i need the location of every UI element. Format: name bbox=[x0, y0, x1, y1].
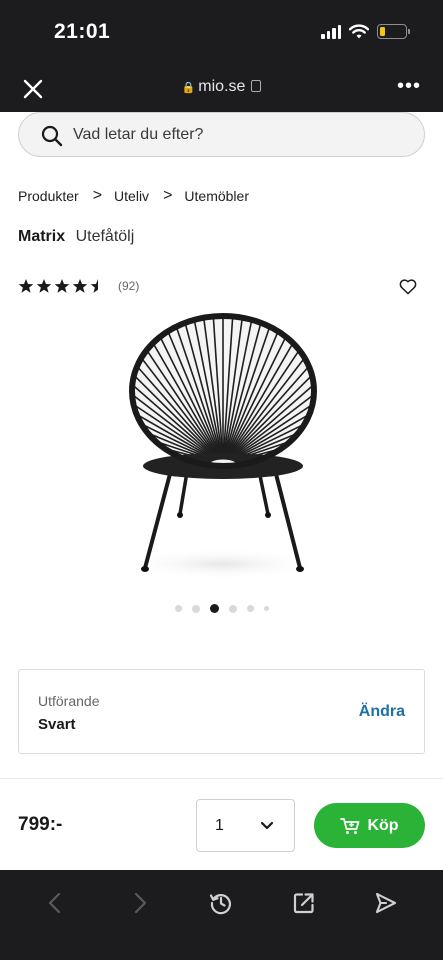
star-full-icon bbox=[72, 279, 88, 293]
chevron-right-icon: > bbox=[163, 187, 173, 204]
status-bar: 21:01 bbox=[0, 0, 443, 66]
more-icon[interactable]: ••• bbox=[397, 76, 421, 96]
url-text: mio.se bbox=[198, 78, 246, 95]
product-image[interactable] bbox=[118, 306, 328, 586]
status-icons bbox=[321, 24, 410, 39]
share-icon[interactable] bbox=[291, 890, 317, 916]
search-bar[interactable] bbox=[18, 112, 425, 157]
star-full-icon bbox=[54, 279, 70, 293]
variant-selector[interactable]: Utförande Svart Ändra bbox=[18, 669, 425, 754]
buy-button[interactable]: Köp bbox=[314, 803, 425, 848]
lock-icon: 🔒 bbox=[181, 82, 196, 94]
chevron-down-icon bbox=[260, 821, 274, 830]
battery-icon bbox=[377, 24, 410, 39]
carousel-dot-active[interactable] bbox=[209, 604, 219, 613]
review-count: (92) bbox=[118, 279, 140, 293]
change-variant-button[interactable]: Ändra bbox=[359, 703, 405, 721]
breadcrumb-item-utemobler[interactable]: Utemöbler bbox=[184, 188, 249, 204]
carousel-dot[interactable] bbox=[263, 606, 269, 611]
wifi-icon bbox=[349, 24, 369, 39]
history-icon[interactable] bbox=[208, 890, 234, 916]
star-full-icon bbox=[18, 279, 34, 293]
product-rating[interactable]: (92) bbox=[18, 278, 139, 294]
carousel-dots[interactable] bbox=[0, 604, 443, 613]
breadcrumb-item-uteliv[interactable]: Uteliv bbox=[114, 188, 149, 204]
rating-stars bbox=[18, 278, 106, 294]
status-time: 21:01 bbox=[54, 20, 111, 43]
product-name: Utefåtölj bbox=[75, 228, 135, 245]
star-half-icon bbox=[90, 279, 106, 293]
url-bar[interactable]: 🔒 mio.se bbox=[0, 78, 443, 96]
chevron-right-icon: > bbox=[92, 187, 103, 204]
carousel-dot[interactable] bbox=[228, 604, 237, 613]
quantity-select[interactable]: 1 bbox=[196, 799, 295, 852]
forward-icon[interactable] bbox=[126, 890, 152, 916]
back-icon[interactable] bbox=[43, 890, 69, 916]
browser-top-bar: 🔒 mio.se ••• bbox=[0, 66, 443, 112]
variant-value: Svart bbox=[38, 716, 76, 733]
carousel-dot[interactable] bbox=[191, 604, 200, 613]
purchase-bar: 799:- 1 Köp bbox=[0, 778, 443, 870]
search-input[interactable] bbox=[73, 113, 408, 156]
cellular-signal-icon bbox=[321, 24, 341, 39]
carousel-dot[interactable] bbox=[246, 605, 254, 612]
price: 799:- bbox=[18, 814, 63, 835]
quantity-value: 1 bbox=[215, 817, 224, 834]
carousel-dot[interactable] bbox=[174, 605, 182, 612]
cart-icon bbox=[340, 817, 360, 834]
product-title: Matrix Utefåtölj bbox=[18, 228, 134, 246]
browser-toolbar bbox=[0, 870, 443, 960]
send-icon[interactable] bbox=[373, 890, 399, 916]
breadcrumb: Produkter > Uteliv > Utemöbler bbox=[18, 187, 249, 205]
heart-icon[interactable] bbox=[399, 278, 417, 295]
variant-label: Utförande bbox=[38, 693, 100, 709]
buy-label: Köp bbox=[367, 816, 399, 834]
star-full-icon bbox=[36, 279, 52, 293]
breadcrumb-item-produkter[interactable]: Produkter bbox=[18, 188, 79, 204]
product-brand[interactable]: Matrix bbox=[18, 228, 65, 245]
copy-icon[interactable] bbox=[251, 80, 262, 92]
search-icon bbox=[41, 125, 63, 147]
